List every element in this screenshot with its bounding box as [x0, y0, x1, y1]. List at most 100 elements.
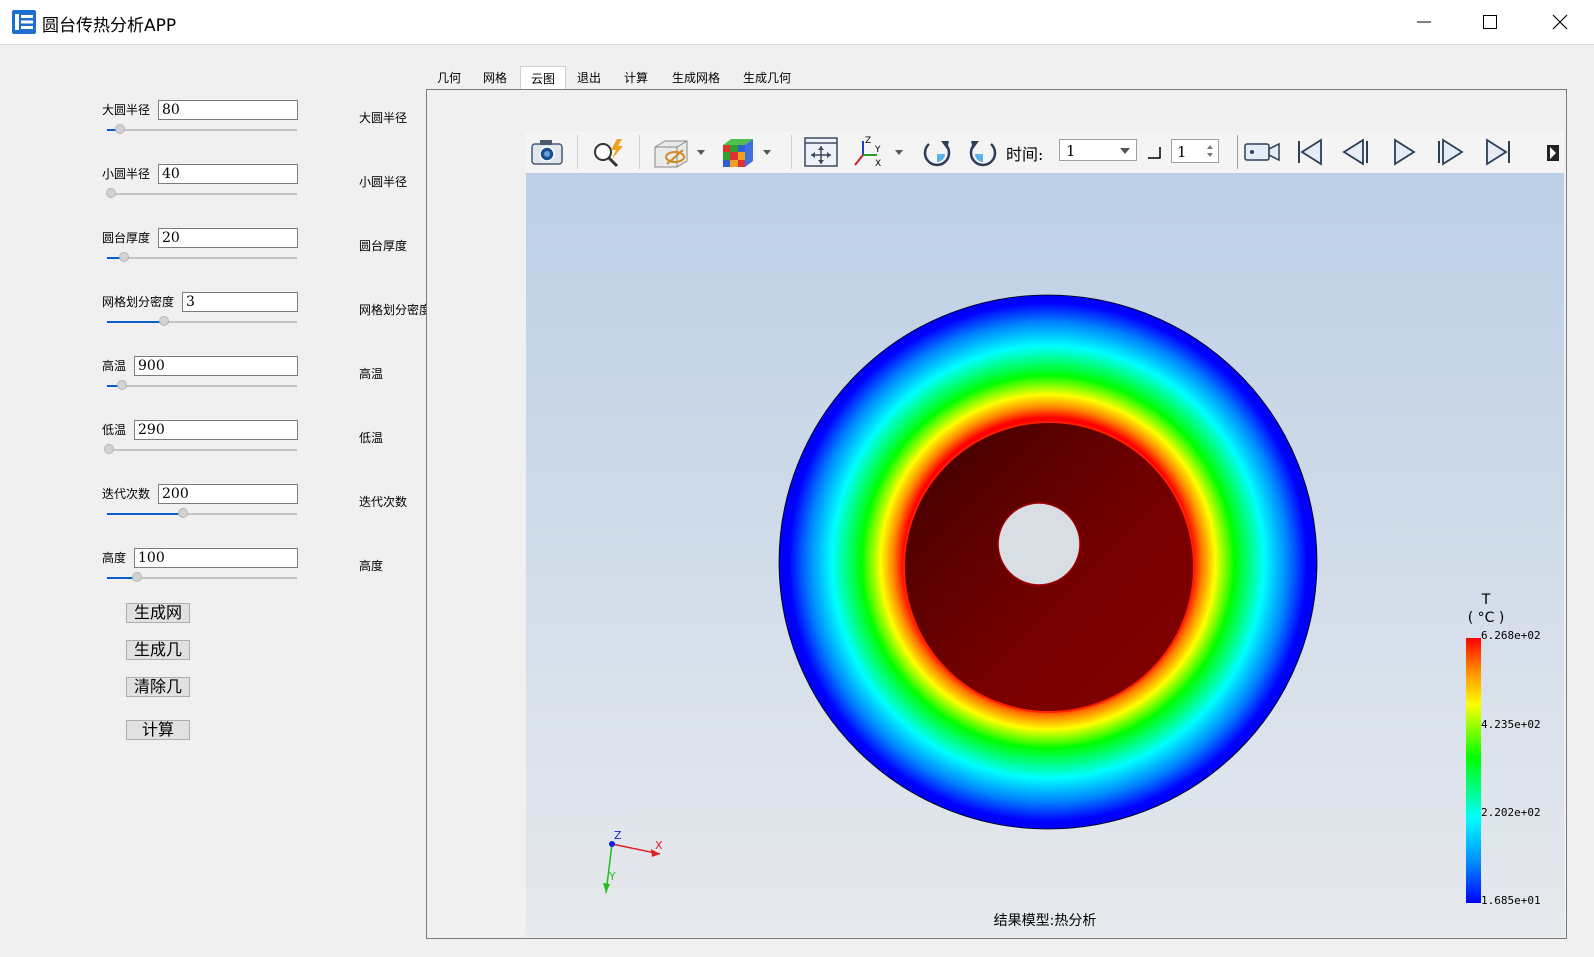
result-model-label: 结果模型:热分析	[993, 913, 1097, 929]
temperature-contour	[778, 294, 1318, 830]
legend-tick: 2.202e+02	[1481, 806, 1541, 819]
viewer-toolbar: Z Y X 时间: 1 1	[525, 131, 1564, 174]
large-radius-input[interactable]: 80	[158, 100, 298, 120]
prev-frame-icon[interactable]	[1339, 135, 1373, 169]
calculate-button[interactable]: 计算	[126, 720, 190, 740]
iterations-slider[interactable]	[107, 508, 297, 518]
legend-tick-max: 6.268e+02	[1481, 629, 1541, 642]
axes-icon[interactable]: Z Y X	[851, 135, 909, 169]
low-temp-input[interactable]: 290	[134, 420, 298, 440]
center-hole	[997, 502, 1081, 586]
param-row-iterations: 迭代次数 200 迭代次数	[2, 484, 426, 545]
param-mirror-label: 小圆半径	[359, 175, 408, 189]
time-label: 时间:	[1006, 145, 1044, 164]
param-label: 低温	[102, 423, 127, 437]
param-row-low-temp: 低温 290 低温	[2, 420, 426, 481]
minimize-icon	[1417, 21, 1431, 23]
param-label: 迭代次数	[102, 487, 151, 501]
thickness-input[interactable]: 20	[158, 228, 298, 248]
rotate-cw-icon[interactable]	[919, 135, 955, 169]
param-row-large-radius: 大圆半径 80 大圆半径	[2, 100, 426, 161]
next-frame-icon[interactable]	[1433, 135, 1467, 169]
param-label: 网格划分密度	[102, 295, 175, 309]
slider-thumb[interactable]	[132, 572, 143, 582]
param-label: 大圆半径	[102, 103, 151, 117]
thickness-slider[interactable]	[107, 252, 297, 262]
tab-calculate[interactable]: 计算	[617, 66, 655, 89]
slider-fill	[107, 321, 164, 323]
high-temp-slider[interactable]	[107, 380, 297, 390]
low-temp-slider[interactable]	[103, 444, 297, 454]
slider-fill	[107, 513, 183, 515]
tab-mesh[interactable]: 网格	[476, 66, 514, 89]
tab-generate-mesh[interactable]: 生成网格	[664, 66, 728, 89]
svg-text:Z: Z	[865, 136, 871, 146]
param-mirror-label: 低温	[359, 431, 384, 445]
generate-geometry-button[interactable]: 生成几何	[126, 640, 190, 660]
play-icon[interactable]	[1387, 135, 1421, 169]
legend-variable: T	[1481, 592, 1491, 608]
triad-y-label: Y	[608, 870, 616, 883]
tab-generate-geometry[interactable]: 生成几何	[735, 66, 799, 89]
legend-colorbar	[1466, 638, 1481, 903]
parameter-panel: 大圆半径 80 大圆半径 小圆半径 40 小圆半径 圆台厚度 20 圆台厚度 网…	[2, 46, 431, 941]
last-frame-icon[interactable]	[1481, 135, 1515, 169]
clear-geometry-button[interactable]: 清除几何	[126, 677, 190, 697]
triad-z-label: Z	[614, 829, 622, 842]
param-row-thickness: 圆台厚度 20 圆台厚度	[2, 228, 426, 289]
title-bar: 圆台传热分析APP	[0, 0, 1594, 45]
slider-thumb[interactable]	[119, 252, 130, 262]
axis-triad-icon: Z X Y	[603, 829, 663, 894]
generate-mesh-button[interactable]: 生成网格	[126, 603, 190, 623]
param-mirror-label: 迭代次数	[359, 495, 408, 509]
height-slider[interactable]	[107, 572, 297, 582]
param-mirror-label: 高温	[359, 367, 384, 381]
maximize-button[interactable]	[1456, 0, 1524, 44]
toolbar-separator	[577, 135, 578, 169]
slider-thumb[interactable]	[159, 316, 169, 326]
cube-mesh-icon[interactable]	[719, 135, 779, 169]
triad-x-label: X	[655, 839, 663, 852]
slider-thumb[interactable]	[103, 444, 114, 454]
small-radius-input[interactable]: 40	[158, 164, 298, 184]
time-select[interactable]: 1	[1059, 139, 1137, 161]
slider-thumb[interactable]	[117, 380, 128, 390]
legend-tick-min: 1.685e+01	[1481, 894, 1541, 907]
maximize-icon	[1483, 15, 1497, 29]
time-step-value: 1	[1177, 143, 1187, 161]
toolbar-overflow-icon[interactable]	[1545, 135, 1561, 169]
first-frame-icon[interactable]	[1293, 135, 1327, 169]
high-temp-input[interactable]: 900	[134, 356, 298, 376]
tab-geometry[interactable]: 几何	[430, 66, 468, 89]
contour-viewport[interactable]: Z X Y T ( °C ) 6.268e+02 4.235e+02 2.202…	[526, 173, 1564, 937]
time-step-spinbox[interactable]: 1	[1171, 139, 1219, 163]
toolbar-separator	[791, 135, 792, 169]
camera-icon[interactable]	[529, 135, 565, 169]
tab-contour[interactable]: 云图	[520, 66, 566, 91]
param-mirror-label: 圆台厚度	[359, 239, 408, 253]
mesh-density-slider[interactable]	[107, 316, 297, 326]
mesh-density-input[interactable]: 3	[182, 292, 298, 312]
close-icon	[1552, 14, 1568, 30]
tab-exit[interactable]: 退出	[570, 66, 608, 89]
large-radius-slider[interactable]	[107, 124, 297, 134]
slider-thumb[interactable]	[105, 188, 116, 198]
fit-view-icon[interactable]	[803, 135, 839, 169]
slider-thumb[interactable]	[178, 508, 188, 518]
param-label: 圆台厚度	[102, 231, 151, 245]
probe-icon[interactable]	[589, 135, 629, 169]
param-label: 高温	[102, 359, 127, 373]
close-button[interactable]	[1526, 0, 1594, 44]
minimize-button[interactable]	[1390, 0, 1458, 44]
iterations-input[interactable]: 200	[158, 484, 298, 504]
rotate-ccw-icon[interactable]	[965, 135, 1001, 169]
slider-thumb[interactable]	[115, 124, 126, 134]
chevron-down-icon	[1120, 148, 1130, 154]
small-radius-slider[interactable]	[105, 188, 297, 198]
height-input[interactable]: 100	[134, 548, 298, 568]
record-icon[interactable]	[1243, 135, 1281, 169]
visibility-icon[interactable]	[651, 135, 711, 169]
param-row-mesh-density: 网格划分密度 3 网格划分密度	[2, 292, 431, 353]
toolbar-separator	[1237, 135, 1238, 169]
spin-arrows-icon[interactable]	[1206, 144, 1214, 158]
